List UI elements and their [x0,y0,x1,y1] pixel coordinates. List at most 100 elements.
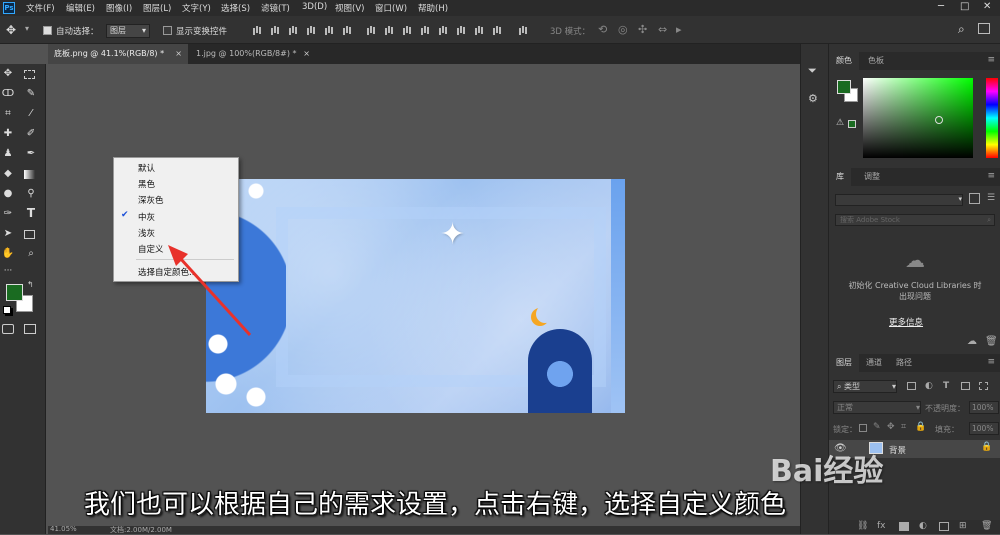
distribute-bottom-icon[interactable] [402,24,412,35]
align-top-icon[interactable] [252,24,262,35]
filter-type-icon[interactable]: T [943,381,949,391]
menu-view[interactable]: 视图(V) [335,2,364,14]
close-icon[interactable]: × [303,44,310,64]
path-select-tool-icon[interactable]: ➤ [1,227,15,241]
quick-select-tool-icon[interactable]: ✎ [24,87,38,101]
3d-scale-icon[interactable]: ▸ [676,23,682,36]
menu-edit[interactable]: 编辑(E) [66,2,95,14]
ctx-item-medium-gray[interactable]: 中灰 [138,211,155,223]
move-tool-icon[interactable]: ✥ [6,23,16,37]
websafe-swatch[interactable] [848,120,856,128]
ctx-item-default[interactable]: 默认 [138,162,155,174]
tab-layers[interactable]: 图层 [829,354,859,372]
tab-document-2[interactable]: 1.jpg @ 100%(RGB/8#) * × [190,44,316,64]
distribute-spacing-v-icon[interactable] [492,24,502,35]
history-brush-tool-icon[interactable]: ✒ [24,147,38,161]
new-layer-icon[interactable]: ⊞ [959,521,967,531]
menu-type[interactable]: 文字(Y) [182,2,211,14]
panel-menu-icon[interactable]: ≡ [987,357,995,367]
ctx-item-dark-gray[interactable]: 深灰色 [138,194,164,206]
lock-artboard-icon[interactable]: ⌗ [901,422,906,432]
show-transform-checkbox[interactable] [163,26,172,35]
clone-stamp-tool-icon[interactable]: ♟ [1,147,15,161]
blend-mode-select[interactable]: 正常 ▾ [833,401,921,414]
auto-align-icon[interactable] [518,24,528,35]
opacity-input[interactable]: 100% [969,401,999,414]
color-fg-swatch[interactable] [837,80,851,94]
auto-select-target-select[interactable]: 图层 ▾ [106,24,150,38]
tab-channels[interactable]: 通道 [859,354,889,372]
dodge-tool-icon[interactable]: ⚲ [24,187,38,201]
3d-roll-icon[interactable]: ◎ [618,23,628,36]
library-more-info-link[interactable]: 更多信息 [889,316,923,328]
quick-mask-icon[interactable] [2,324,14,334]
auto-select-checkbox[interactable] [43,26,52,35]
tab-adjustments[interactable]: 调整 [857,168,887,186]
hand-tool-icon[interactable]: ✋ [1,247,15,261]
menu-image[interactable]: 图像(I) [106,2,132,14]
zoom-level[interactable]: 41.05% [50,525,77,533]
default-colors-icon[interactable] [3,306,11,314]
menu-select[interactable]: 选择(S) [221,2,250,14]
more-tools-icon[interactable]: ··· [1,264,15,278]
distribute-vcenter-icon[interactable] [384,24,394,35]
pen-tool-icon[interactable]: ✑ [1,207,15,221]
menu-filter[interactable]: 滤镜(T) [261,2,290,14]
maximize-icon[interactable]: □ [960,1,969,12]
panel-menu-icon[interactable]: ≡ [987,171,995,181]
panel-menu-icon[interactable]: ≡ [987,55,995,65]
swap-colors-icon[interactable]: ↰ [27,280,34,289]
library-list-view-icon[interactable]: ☰ [987,193,995,203]
3d-pan-icon[interactable]: ✣ [638,23,647,36]
lock-pixels-icon[interactable]: ✎ [873,422,881,432]
healing-brush-tool-icon[interactable]: ✚ [1,127,15,141]
screen-mode-icon[interactable] [24,324,36,334]
gradient-tool-icon[interactable] [24,170,35,179]
lock-all-icon[interactable]: 🔒 [915,422,926,432]
layer-kind-filter[interactable]: ⌕ 类型 ▾ [833,380,897,393]
search-icon[interactable]: ⌕ [958,22,965,37]
tab-document-1[interactable]: 底板.png @ 41.1%(RGB/8) * × [48,44,188,64]
3d-slide-icon[interactable]: ⇔ [658,23,667,36]
tool-preset-chevron-icon[interactable]: ▾ [25,24,29,33]
close-icon[interactable]: × [175,44,182,64]
distribute-spacing-icon[interactable] [474,24,484,35]
tab-color[interactable]: 颜色 [829,52,859,70]
align-left-icon[interactable] [306,24,316,35]
ctx-item-black[interactable]: 黑色 [138,178,155,190]
menu-layer[interactable]: 图层(L) [143,2,171,14]
canvas-image[interactable]: ✦ [206,179,625,413]
cc-sync-icon[interactable]: ☁ [967,336,977,347]
minimize-icon[interactable]: ─ [938,1,944,12]
tab-paths[interactable]: 路径 [889,354,919,372]
distribute-hcenter-icon[interactable] [438,24,448,35]
color-field-picker[interactable] [863,78,973,158]
tab-swatches[interactable]: 色板 [861,52,891,70]
workspace-icon[interactable] [978,23,990,34]
blur-tool-icon[interactable]: ● [1,187,15,201]
new-group-icon[interactable] [939,522,949,531]
brush-tool-icon[interactable]: ✐ [24,127,38,141]
foreground-color-swatch[interactable] [6,284,23,301]
distribute-top-icon[interactable] [366,24,376,35]
crop-tool-icon[interactable]: ⌗ [1,107,15,121]
type-tool-icon[interactable]: T [24,206,38,220]
fill-input[interactable]: 100% [969,422,999,435]
library-search-input[interactable]: 搜索 Adobe Stock ⌕ [835,214,995,226]
history-icon[interactable]: ⏷ [808,64,817,78]
tab-libraries[interactable]: 库 [829,168,851,186]
trash-icon[interactable]: 🗑 [985,336,998,347]
lock-position-icon[interactable]: ✥ [887,422,895,432]
filter-pixel-icon[interactable] [907,382,916,390]
link-layers-icon[interactable]: ⛓ [857,521,868,531]
align-vcenter-icon[interactable] [270,24,280,35]
filter-adjustment-icon[interactable]: ◐ [925,381,933,391]
distribute-left-icon[interactable] [420,24,430,35]
distribute-right-icon[interactable] [456,24,466,35]
properties-icon[interactable]: ⚙ [808,92,818,105]
new-adjustment-icon[interactable]: ◐ [919,521,927,531]
align-bottom-icon[interactable] [288,24,298,35]
rectangle-tool-icon[interactable] [24,230,35,239]
marquee-tool-icon[interactable] [24,70,35,79]
layer-style-icon[interactable]: fx [877,521,886,531]
